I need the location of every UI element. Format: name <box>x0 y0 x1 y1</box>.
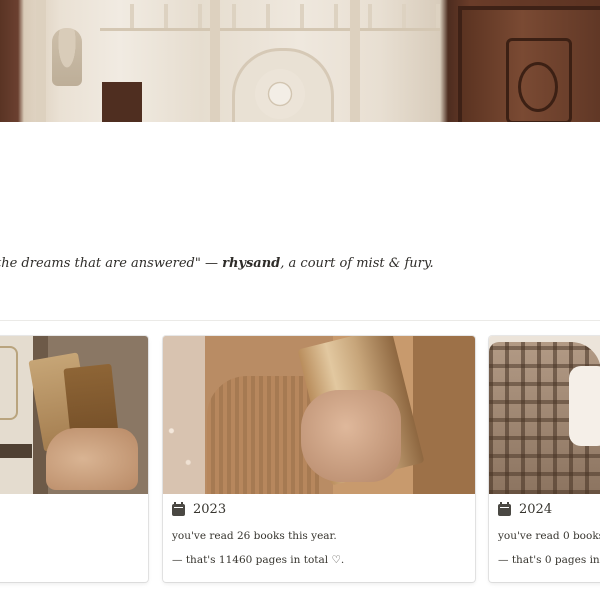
books-read-text: you've read 0 books this year. <box>498 530 600 542</box>
pages-total-text: — that's 0 pages in total ♡. <box>498 554 600 566</box>
gallery-card-2024[interactable]: 2024 you've read 0 books this year. — th… <box>489 336 600 582</box>
cover-bust <box>52 28 82 86</box>
cover-pillar <box>210 0 220 122</box>
cover-door <box>458 6 600 122</box>
glasses-shape <box>0 346 18 420</box>
gallery-card[interactable] <box>0 336 148 582</box>
calendar-icon <box>172 501 185 516</box>
cover-image <box>0 0 600 122</box>
calendar-icon <box>498 501 511 516</box>
card-body <box>0 494 148 582</box>
pages-total-text: — that's 11460 pages in total ♡. <box>172 554 345 566</box>
sparkle-background <box>163 336 205 494</box>
cover-doorway <box>102 82 142 122</box>
cover-pillar <box>36 0 46 122</box>
card-title: 2024 <box>519 502 553 517</box>
hand-shape <box>46 428 138 490</box>
quote-author: rhysand <box>222 256 281 271</box>
card-cover-image <box>163 336 475 494</box>
cover-pillar <box>350 0 360 122</box>
card-cover-image <box>0 336 148 494</box>
belt-shape <box>0 444 32 458</box>
card-body: 2024 you've read 0 books this year. — th… <box>489 494 600 582</box>
gallery-card-2023[interactable]: 2023 you've read 26 books this year. — t… <box>163 336 475 582</box>
cover-arch <box>232 48 334 122</box>
blanket-shape <box>569 366 600 446</box>
card-title-row: 2024 <box>498 501 553 517</box>
door-oval <box>518 62 558 112</box>
books-read-text: you've read 26 books this year. <box>172 530 337 542</box>
card-body: 2023 you've read 26 books this year. — t… <box>163 494 475 582</box>
divider <box>0 320 600 321</box>
quote-text: the dreams that are answered" — rhysand,… <box>0 256 596 271</box>
hand-shape <box>301 390 401 482</box>
quote-suffix: , a court of mist & fury. <box>280 256 434 271</box>
cover-frieze <box>100 4 440 31</box>
card-title-row: 2023 <box>172 501 227 517</box>
quote-prefix: the dreams that are answered" — <box>0 256 223 271</box>
card-cover-image <box>489 336 600 494</box>
card-title: 2023 <box>193 502 227 517</box>
